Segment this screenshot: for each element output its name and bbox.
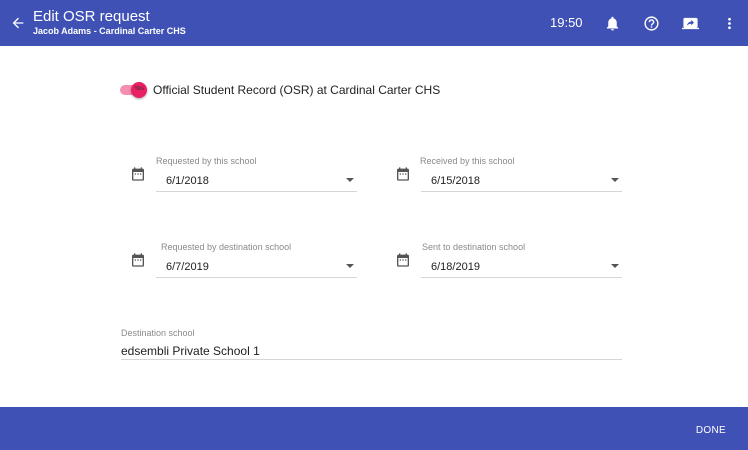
more-menu-button[interactable] bbox=[717, 11, 741, 35]
field-label: Requested by destination school bbox=[161, 242, 292, 252]
done-button[interactable]: DONE bbox=[696, 425, 726, 436]
date-value[interactable]: 6/18/2019 bbox=[431, 261, 480, 273]
notifications-button[interactable] bbox=[600, 11, 624, 35]
arrow-back-icon bbox=[12, 17, 24, 29]
field-label: Sent to destination school bbox=[422, 242, 526, 252]
screen-button[interactable] bbox=[678, 11, 702, 35]
date-value[interactable]: 6/15/2018 bbox=[431, 175, 480, 187]
page-title: Edit OSR request bbox=[33, 8, 150, 25]
field-label: Requested by this school bbox=[156, 156, 257, 166]
back-button[interactable] bbox=[4, 9, 32, 37]
help-circle-icon bbox=[643, 15, 659, 31]
arrow-drop-down-icon[interactable] bbox=[611, 178, 619, 182]
title-block: Edit OSR request Jacob Adams - Cardinal … bbox=[33, 8, 186, 37]
field-underline bbox=[156, 277, 357, 278]
calendar-icon[interactable] bbox=[395, 252, 411, 268]
bell-icon bbox=[606, 16, 618, 31]
more-vert-icon bbox=[727, 17, 731, 29]
destination-school-input[interactable] bbox=[121, 342, 622, 360]
osr-toggle[interactable]: Yes bbox=[120, 82, 148, 98]
arrow-drop-down-icon[interactable] bbox=[346, 178, 354, 182]
toggle-thumb: Yes bbox=[131, 82, 147, 98]
osr-toggle-label: Official Student Record (OSR) at Cardina… bbox=[153, 83, 441, 97]
destination-school-label: Destination school bbox=[121, 328, 195, 338]
arrow-drop-down-icon[interactable] bbox=[611, 264, 619, 268]
date-value[interactable]: 6/7/2019 bbox=[166, 261, 209, 273]
field-underline bbox=[156, 191, 357, 192]
page-subtitle: Jacob Adams - Cardinal Carter CHS bbox=[33, 26, 186, 36]
field-label: Received by this school bbox=[420, 156, 515, 166]
field-underline bbox=[421, 191, 622, 192]
help-button[interactable] bbox=[639, 11, 663, 35]
arrow-drop-down-icon[interactable] bbox=[346, 264, 354, 268]
screen-share-icon bbox=[681, 17, 699, 29]
toggle-state-text: Yes bbox=[134, 86, 144, 92]
date-value[interactable]: 6/1/2018 bbox=[166, 175, 209, 187]
calendar-icon[interactable] bbox=[395, 166, 411, 182]
footer-bar: DONE bbox=[0, 407, 748, 450]
clock: 19:50 bbox=[550, 15, 583, 30]
calendar-icon[interactable] bbox=[130, 166, 146, 182]
field-underline bbox=[421, 277, 622, 278]
app-bar: Edit OSR request Jacob Adams - Cardinal … bbox=[0, 0, 748, 46]
calendar-icon[interactable] bbox=[130, 252, 146, 268]
